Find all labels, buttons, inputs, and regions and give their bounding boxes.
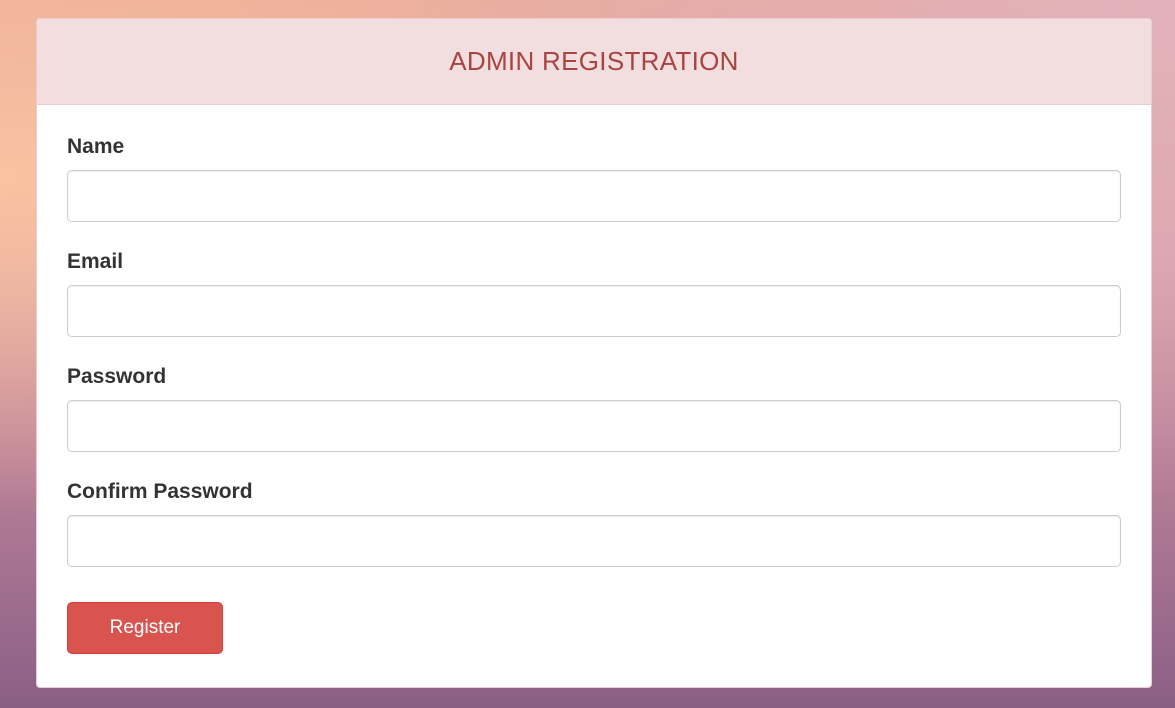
panel-title: ADMIN REGISTRATION [449,46,739,76]
email-group: Email [67,250,1121,337]
password-group: Password [67,365,1121,452]
confirm-password-input[interactable] [67,515,1121,567]
registration-form: Name Email Password Confirm Password Reg… [37,105,1151,654]
password-label: Password [67,365,167,388]
email-label: Email [67,250,124,273]
confirm-password-group: Confirm Password [67,480,1121,567]
name-label: Name [67,135,125,158]
panel-heading: ADMIN REGISTRATION [37,19,1151,105]
email-input[interactable] [67,285,1121,337]
confirm-password-label: Confirm Password [67,480,253,503]
password-input[interactable] [67,400,1121,452]
name-input[interactable] [67,170,1121,222]
register-button[interactable]: Register [67,602,223,654]
registration-panel: ADMIN REGISTRATION Name Email Password C… [36,18,1152,688]
name-group: Name [67,135,1121,222]
